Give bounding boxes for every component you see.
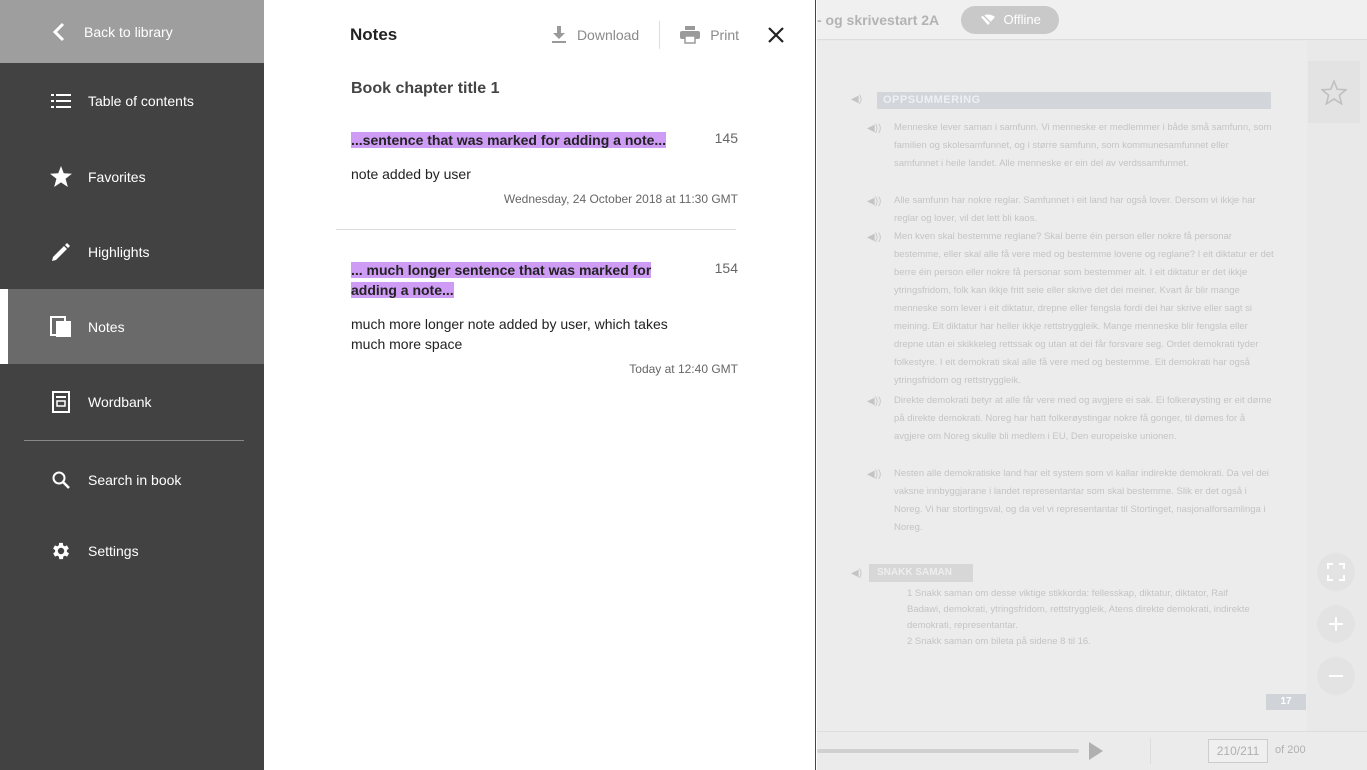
play-icon [1089, 742, 1103, 760]
notes-header: Notes Download Print [350, 20, 785, 50]
minus-icon [1329, 675, 1343, 677]
print-button[interactable]: Print [680, 26, 739, 44]
sidebar-item-label: Highlights [88, 243, 150, 260]
favorite-page-button[interactable] [1308, 61, 1360, 123]
discussion-header: SNAKK SAMAN [869, 564, 973, 582]
discussion-items: 1 Snakk saman om desse viktige stikkorda… [907, 586, 1257, 650]
sidebar-item-notes[interactable]: Notes [0, 289, 264, 364]
section-banner: OPPSUMMERING [877, 92, 1271, 109]
note-page-number: 154 [714, 260, 738, 276]
reader-view: - og skrivestart 2A Offline ◀) OPPSUMMER… [817, 0, 1367, 770]
page-number-tag: 17 [1266, 694, 1306, 710]
plus-icon [1329, 617, 1343, 631]
sidebar-item-highlights[interactable]: Highlights [0, 214, 264, 289]
speaker-icon[interactable]: ◀) [851, 568, 862, 579]
close-icon [768, 27, 784, 43]
zoom-in-button[interactable] [1317, 605, 1355, 643]
speaker-icon[interactable]: ◀)) [867, 469, 881, 480]
star-icon [50, 166, 72, 188]
note-date: Today at 12:40 GMT [629, 362, 738, 376]
sidebar-item-wordbank[interactable]: Wordbank [0, 364, 264, 440]
zoom-out-button[interactable] [1317, 657, 1355, 695]
notes-panel: Notes Download Print Book chapter title … [264, 0, 816, 770]
fullscreen-button[interactable] [1317, 553, 1355, 591]
note-quote: ... much longer sentence that was marked… [351, 262, 652, 298]
offline-label: Offline [1003, 12, 1041, 27]
chapter-title: Book chapter title 1 [351, 80, 500, 97]
gear-icon [50, 540, 72, 562]
paragraph: Alle samfunn har nokre reglar. Samfunnet… [894, 195, 1256, 224]
wordbank-icon [50, 391, 72, 413]
pencil-icon [50, 241, 72, 263]
sidebar-item-table-of-contents[interactable]: Table of contents [0, 63, 264, 139]
note-item[interactable]: ... much longer sentence that was marked… [351, 260, 738, 376]
wifi-off-icon [980, 13, 995, 26]
print-label: Print [710, 27, 739, 43]
search-icon [50, 469, 72, 491]
chevron-left-icon [52, 22, 65, 41]
sidebar-item-label: Settings [88, 543, 139, 559]
sidebar-item-label: Favorites [88, 168, 146, 185]
sidebar-item-label: Table of contents [88, 93, 194, 109]
note-quote: ...sentence that was marked for adding a… [351, 132, 667, 148]
speaker-icon[interactable]: ◀)) [867, 123, 881, 134]
discussion-item: 2 Snakk saman om bileta på sidene 8 til … [907, 636, 1091, 647]
paragraph: Nesten alle demokratiske land har eit sy… [894, 468, 1269, 533]
close-button[interactable] [767, 26, 785, 44]
note-date: Wednesday, 24 October 2018 at 11:30 GMT [503, 192, 738, 206]
sidebar-item-favorites[interactable]: Favorites [0, 139, 264, 214]
speaker-icon[interactable]: ◀) [851, 94, 862, 105]
note-page-number: 145 [714, 130, 738, 146]
notes-title: Notes [350, 25, 398, 44]
speaker-icon[interactable]: ◀)) [867, 232, 881, 243]
note-text: note added by user [351, 166, 471, 182]
download-icon [551, 26, 566, 43]
reader-top-bar: - og skrivestart 2A Offline [817, 0, 1367, 40]
fullscreen-icon [1327, 563, 1345, 581]
bottom-divider [1150, 738, 1151, 764]
speaker-icon[interactable]: ◀)) [867, 196, 881, 207]
sidebar-item-label: Wordbank [88, 394, 152, 410]
sidebar-item-label: Search in book [88, 472, 182, 488]
note-divider [336, 229, 736, 230]
offline-badge: Offline [961, 5, 1060, 34]
book-title: - og skrivestart 2A [817, 11, 940, 28]
print-icon [680, 26, 701, 44]
note-item[interactable]: ...sentence that was marked for adding a… [351, 130, 738, 206]
notes-icon [50, 315, 72, 338]
sidebar: Back to library Table of contents Favori… [0, 0, 264, 770]
book-page: ◀) OPPSUMMERING ◀)) Menneske lever saman… [817, 41, 1307, 731]
page-progress-bar[interactable] [817, 749, 1079, 753]
paragraph: Menneske lever saman i samfunn. Vi menne… [894, 122, 1272, 169]
discussion-item: 1 Snakk saman om desse viktige stikkorda… [907, 588, 1250, 631]
sidebar-item-settings[interactable]: Settings [0, 519, 264, 583]
page-total: of 200 [1275, 744, 1306, 756]
paragraph: Direkte demokrati betyr at alle får vere… [894, 395, 1272, 442]
back-to-library-label: Back to library [84, 23, 173, 40]
sidebar-item-search[interactable]: Search in book [0, 441, 264, 519]
speaker-icon[interactable]: ◀)) [867, 396, 881, 407]
list-icon [50, 90, 72, 112]
page-input[interactable]: 210/211 [1208, 739, 1268, 763]
download-label: Download [576, 27, 640, 43]
reader-bottom-bar: 210/211 of 200 [817, 731, 1367, 770]
header-divider [659, 21, 661, 49]
paragraph: Men kven skal bestemme reglane? Skal ber… [894, 231, 1274, 386]
sidebar-item-label: Notes [88, 318, 125, 335]
star-outline-icon [1321, 79, 1347, 105]
note-text: much more longer note added by user, whi… [351, 316, 668, 352]
back-to-library-button[interactable]: Back to library [0, 0, 264, 63]
play-button[interactable] [1088, 741, 1104, 766]
download-button[interactable]: Download [551, 26, 639, 44]
